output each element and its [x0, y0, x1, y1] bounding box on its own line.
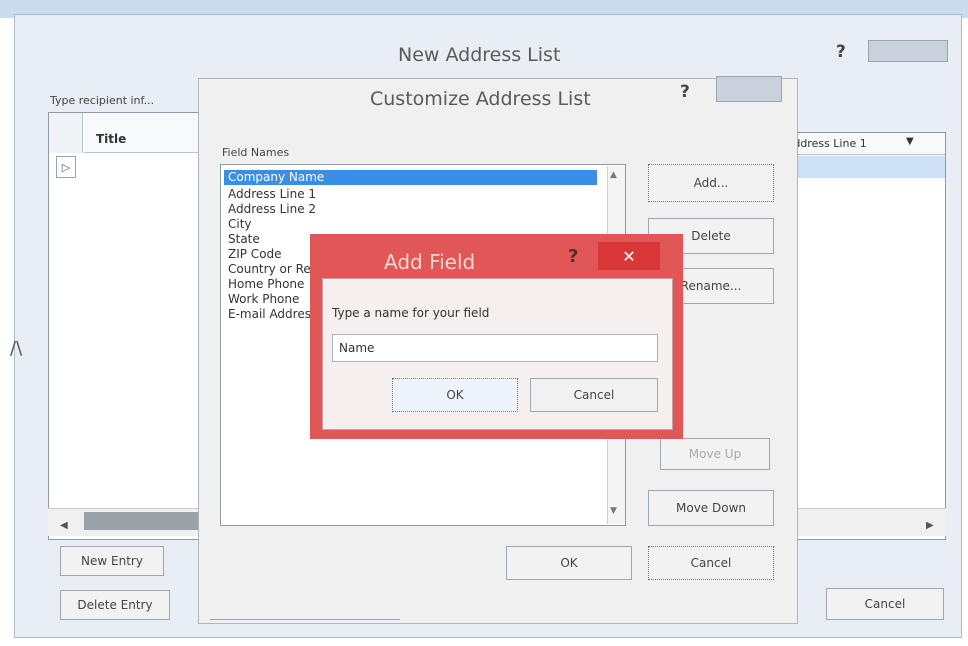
row-selector[interactable]: ▷	[56, 156, 76, 178]
move-down-button[interactable]: Move Down	[648, 490, 774, 526]
customize-close-button[interactable]	[716, 76, 782, 102]
column-dropdown-icon[interactable]: ▼	[906, 136, 914, 147]
field-item[interactable]: E-mail Address	[228, 308, 317, 321]
recipient-grid-right	[778, 132, 946, 540]
delete-entry-button[interactable]: Delete Entry	[60, 590, 170, 620]
field-item[interactable]: Work Phone	[228, 293, 299, 306]
add-field-title: Add Field	[384, 250, 476, 274]
scroll-up-icon[interactable]: ▲	[610, 170, 617, 180]
outer-dialog-title: New Address List	[398, 44, 561, 66]
field-item[interactable]: Country or Re...	[228, 263, 322, 276]
close-icon: ✕	[622, 246, 636, 266]
add-field-prompt: Type a name for your field	[332, 306, 490, 320]
column-header-title[interactable]: Title	[96, 132, 126, 146]
scroll-right-icon[interactable]: ▶	[926, 520, 934, 531]
scroll-left-icon[interactable]: ◀	[60, 520, 68, 531]
status-divider	[210, 612, 400, 620]
field-item[interactable]: City	[228, 218, 252, 231]
outer-help-icon[interactable]: ?	[836, 42, 846, 62]
field-item[interactable]: Address Line 1	[228, 188, 316, 201]
row-header-column	[49, 113, 83, 153]
field-item[interactable]: ZIP Code	[228, 248, 282, 261]
field-item[interactable]: Home Phone	[228, 278, 304, 291]
horizontal-scrollbar-right[interactable]	[778, 508, 946, 536]
new-entry-button[interactable]: New Entry	[60, 546, 164, 576]
outer-cancel-button[interactable]: Cancel	[826, 588, 944, 620]
field-name-input[interactable]: Name	[332, 334, 658, 362]
resize-glyph: /\	[10, 338, 23, 359]
scroll-down-icon[interactable]: ▼	[610, 506, 617, 516]
move-up-button[interactable]: Move Up	[660, 438, 770, 470]
field-item[interactable]: State	[228, 233, 260, 246]
add-field-ok-button[interactable]: OK	[392, 378, 518, 412]
customize-ok-button[interactable]: OK	[506, 546, 632, 580]
add-field-close-button[interactable]: ✕	[598, 242, 660, 270]
scrollbar-thumb[interactable]	[84, 512, 206, 530]
field-item[interactable]: Address Line 2	[228, 203, 316, 216]
column-header-address-line-1[interactable]: Address Line 1	[786, 137, 867, 150]
field-names-label: Field Names	[222, 146, 290, 159]
add-field-help-icon[interactable]: ?	[568, 246, 578, 267]
customize-cancel-button[interactable]: Cancel	[648, 546, 774, 580]
add-field-cancel-button[interactable]: Cancel	[530, 378, 658, 412]
selected-row-highlight	[779, 156, 945, 178]
field-item-selected[interactable]: Company Name	[224, 170, 597, 185]
customize-help-icon[interactable]: ?	[680, 82, 690, 102]
add-field-button[interactable]: Add...	[648, 164, 774, 202]
outer-close-button[interactable]	[868, 40, 948, 62]
customize-dialog-title: Customize Address List	[370, 88, 591, 110]
type-recipient-label: Type recipient inf...	[50, 94, 155, 107]
